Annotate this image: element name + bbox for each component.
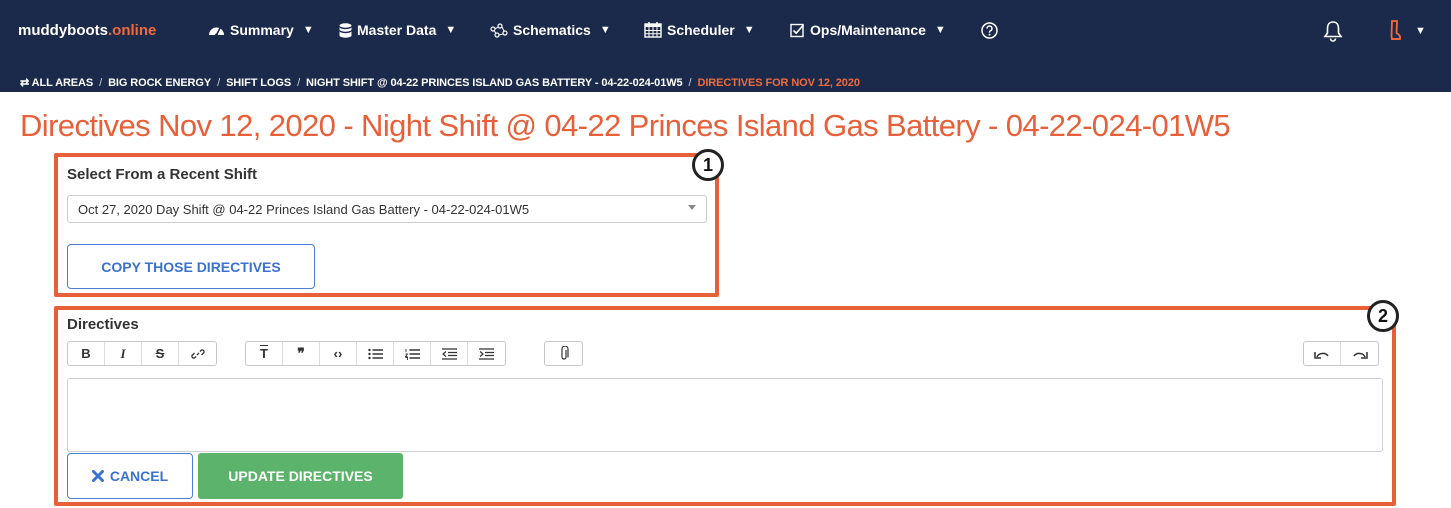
bell-icon — [1323, 21, 1343, 42]
bullet-list-button[interactable] — [357, 342, 394, 365]
italic-icon: I — [120, 345, 126, 361]
toolbar-attach-group — [544, 341, 583, 366]
copy-directives-label: COPY THOSE DIRECTIVES — [101, 258, 281, 275]
indent-button[interactable] — [468, 342, 505, 365]
numbered-list-icon — [404, 348, 420, 360]
italic-button[interactable]: I — [105, 342, 142, 365]
chevron-down-icon: ▼ — [445, 24, 457, 36]
breadcrumb-all-areas[interactable]: ⇄ ALL AREAS — [20, 77, 93, 89]
paperclip-icon — [560, 345, 569, 360]
breadcrumb-shift[interactable]: NIGHT SHIFT @ 04-22 PRINCES ISLAND GAS B… — [306, 77, 683, 89]
callout-number-2: 2 — [1367, 300, 1399, 332]
copy-directives-button[interactable]: COPY THOSE DIRECTIVES — [67, 244, 315, 289]
nav-scheduler-label: Scheduler — [667, 22, 735, 38]
schematic-icon — [490, 22, 508, 38]
nav-help[interactable] — [981, 22, 998, 39]
chevron-down-icon: ▼ — [934, 24, 946, 36]
outdent-button[interactable] — [431, 342, 468, 365]
quote-button[interactable]: ❞ — [283, 342, 320, 365]
nav-schematics[interactable]: Schematics ▼ — [490, 22, 611, 38]
link-icon — [190, 348, 205, 359]
cancel-button[interactable]: CANCEL — [67, 453, 193, 499]
breadcrumb-separator: / — [217, 77, 221, 89]
breadcrumb-shift-logs[interactable]: SHIFT LOGS — [226, 77, 291, 89]
brand-logo[interactable]: muddyboots.online — [18, 22, 156, 39]
close-icon — [91, 470, 104, 482]
nav-ops-maintenance-label: Ops/Maintenance — [810, 22, 926, 38]
heading-icon: T — [260, 346, 268, 361]
outdent-icon — [441, 347, 457, 360]
toolbar-history-group — [1303, 341, 1379, 366]
strikethrough-icon: S — [155, 346, 165, 361]
cancel-label: CANCEL — [109, 468, 169, 484]
bold-icon: B — [81, 346, 91, 361]
undo-icon — [1314, 351, 1329, 359]
help-icon — [981, 22, 998, 39]
code-icon: ‹› — [333, 346, 343, 361]
dropdown-arrow-icon — [688, 205, 696, 210]
toolbar-block-group: T ❞ ‹› — [245, 341, 506, 366]
chevron-down-icon: ▼ — [1415, 25, 1426, 37]
nav-master-data-label: Master Data — [357, 22, 437, 38]
chevron-down-icon: ▼ — [599, 24, 611, 36]
bold-button[interactable]: B — [68, 342, 105, 365]
breadcrumb-separator: / — [99, 77, 103, 89]
link-button[interactable] — [179, 342, 216, 365]
strikethrough-button[interactable]: S — [142, 342, 179, 365]
breadcrumb-current: DIRECTIVES FOR NOV 12, 2020 — [697, 77, 860, 89]
directives-label: Directives — [67, 316, 139, 333]
nav-summary-label: Summary — [230, 22, 294, 38]
recent-shift-label: Select From a Recent Shift — [67, 166, 258, 183]
recent-shift-selected-value: Oct 27, 2020 Day Shift @ 04-22 Princes I… — [78, 202, 530, 217]
chevron-down-icon: ▼ — [743, 24, 755, 36]
callout-number-1: 1 — [692, 149, 724, 181]
breadcrumb: ⇄ ALL AREAS / BIG ROCK ENERGY / SHIFT LOGS / N… — [20, 76, 860, 89]
nav-schematics-label: Schematics — [513, 22, 591, 38]
nav-scheduler[interactable]: Scheduler ▼ — [644, 22, 755, 38]
calendar-icon — [644, 22, 662, 38]
breadcrumb-separator: / — [297, 77, 301, 89]
nav-summary[interactable]: Summary ▼ — [208, 22, 314, 38]
nav-row: muddyboots.online Summary ▼ Master Data … — [0, 0, 1451, 60]
nav-ops-maintenance[interactable]: Ops/Maintenance ▼ — [790, 22, 946, 38]
page-title: Directives Nov 12, 2020 - Night Shift @ … — [20, 108, 1231, 143]
indent-icon — [479, 347, 494, 360]
checkbox-icon — [790, 23, 805, 37]
redo-button[interactable] — [1341, 342, 1378, 365]
numbered-list-button[interactable] — [394, 342, 431, 365]
toolbar-text-group: B I S — [67, 341, 217, 366]
attach-button[interactable] — [545, 342, 582, 365]
recent-shift-select[interactable]: Oct 27, 2020 Day Shift @ 04-22 Princes I… — [67, 195, 707, 223]
boot-icon — [1390, 20, 1401, 40]
update-directives-button[interactable]: UPDATE DIRECTIVES — [198, 453, 403, 499]
brand-accent: .online — [108, 22, 157, 39]
user-menu[interactable]: ▼ — [1387, 20, 1426, 42]
notifications-button[interactable] — [1323, 20, 1343, 47]
chevron-down-icon: ▼ — [302, 24, 314, 36]
dashboard-icon — [209, 27, 224, 37]
update-directives-label: UPDATE DIRECTIVES — [228, 468, 373, 484]
quote-icon: ❞ — [297, 345, 305, 361]
brand-main: muddyboots — [18, 22, 108, 39]
undo-button[interactable] — [1304, 342, 1341, 365]
bullet-list-icon — [367, 348, 383, 359]
code-button[interactable]: ‹› — [320, 342, 357, 365]
nav-master-data[interactable]: Master Data ▼ — [339, 22, 456, 38]
breadcrumb-company[interactable]: BIG ROCK ENERGY — [108, 77, 211, 89]
breadcrumb-separator: / — [688, 77, 692, 89]
directives-editor[interactable] — [67, 378, 1383, 452]
heading-button[interactable]: T — [246, 342, 283, 365]
database-icon — [339, 22, 352, 38]
redo-icon — [1352, 351, 1368, 359]
